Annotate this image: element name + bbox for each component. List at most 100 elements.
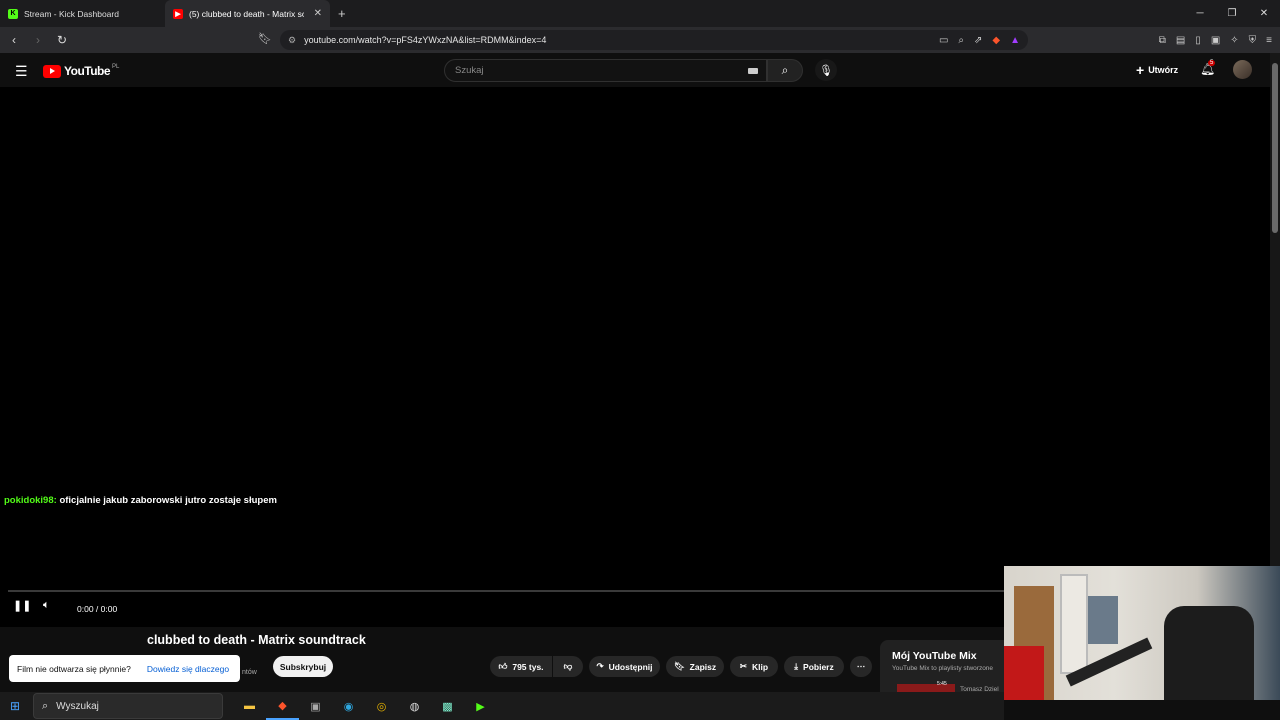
time-display: 0:00 / 0:00 (77, 604, 118, 614)
vpn-icon[interactable]: ⛨ (1249, 35, 1257, 46)
restore-icon[interactable]: ❐ (1216, 0, 1248, 27)
download-button[interactable]: ⤓ Pobierz (784, 656, 844, 677)
tab-label: (5) clubbed to death - Matrix sou (189, 8, 304, 19)
subscriber-count: ntów (242, 669, 257, 676)
extensions-icon[interactable]: ⧉ (1159, 35, 1166, 46)
brave-shield-icon[interactable]: ◆ (992, 35, 1000, 46)
chrome-icon[interactable]: ◎ (365, 692, 398, 720)
youtube-header: ☰ YouTube PL Szukaj ⌕ 🎙︎ + Utwórz 🔔︎ 5 (0, 53, 1270, 87)
webcam-red-object (1004, 646, 1044, 700)
webcam-poster (1088, 596, 1118, 644)
cast-icon[interactable]: ▭ (939, 35, 948, 46)
windows-start-icon[interactable]: ⊞ (0, 692, 30, 720)
webcam-chair (1164, 606, 1254, 700)
region-code: PL (112, 64, 120, 70)
taskbar-apps: ▬ ◆ ▣ ◉ ◎ ◍ ▩ ▶ (233, 692, 497, 720)
webcam-overlay (1004, 566, 1280, 700)
notifications-button[interactable]: 🔔︎ 5 (1200, 60, 1216, 76)
logo-text: YouTube (64, 64, 111, 78)
mix-playlist-panel[interactable]: Mój YouTube Mix YouTube Mix to playlisty… (880, 640, 1004, 693)
search-icon: ⌕ (42, 699, 49, 712)
sidebar-icon[interactable]: ▯ (1195, 35, 1201, 46)
kick-app-icon[interactable]: ▶ (464, 692, 497, 720)
subscribe-button[interactable]: Subskrybuj (273, 656, 333, 677)
chat-text: oficjalnie jakub zaborowski jutro zostaj… (59, 495, 277, 506)
mix-item-thumbnail[interactable]: 5:45 (897, 681, 955, 692)
voice-search-button[interactable]: 🎙︎ (815, 59, 837, 81)
media-icon[interactable]: ▤ (1176, 35, 1185, 46)
dislike-button[interactable]: 👎︎ (553, 656, 583, 677)
more-actions-button[interactable]: ⋯ (850, 656, 872, 677)
youtube-icon: ▶ (173, 8, 183, 19)
tab-youtube[interactable]: ▶ (5) clubbed to death - Matrix sou ✕ (165, 0, 330, 27)
learn-why-link[interactable]: Dowiedz się dlaczego (147, 664, 229, 674)
mix-heading: Mój YouTube Mix (892, 650, 977, 662)
share-label: Udostępnij (608, 661, 653, 672)
chat-overlay-message: pokidoki98: oficjalnie jakub zaborowski … (4, 495, 277, 506)
new-tab-button[interactable]: + (338, 6, 346, 21)
like-button[interactable]: 👍︎ 795 tys. (490, 656, 552, 677)
keyboard-icon[interactable] (748, 68, 758, 74)
forward-icon[interactable]: › (28, 30, 48, 50)
clip-button[interactable]: ✂ Klip (730, 656, 778, 677)
minimize-icon[interactable]: ─ (1184, 0, 1216, 27)
address-toolbar: ‹ › ↻ 🔖︎ ⚙ youtube.com/watch?v=pFS4zYWxz… (0, 27, 1280, 53)
bookmark-icon[interactable]: 🔖︎ (258, 32, 272, 45)
reload-icon[interactable]: ↻ (52, 30, 72, 50)
wallet-icon[interactable]: ▣ (1211, 35, 1220, 46)
close-window-icon[interactable]: ✕ (1248, 0, 1280, 27)
clip-label: Klip (752, 661, 769, 672)
search-icon: ⌕ (781, 63, 789, 77)
save-icon: 🔖︎ (673, 661, 685, 671)
tab-label: Stream - Kick Dashboard (24, 8, 119, 19)
browser-tab-bar: K Stream - Kick Dashboard ▶ (5) clubbed … (0, 0, 1280, 27)
scrollbar-thumb[interactable] (1272, 63, 1278, 233)
leo-icon[interactable]: ✧ (1230, 35, 1238, 46)
youtube-logo[interactable]: YouTube PL (43, 64, 119, 78)
volume-icon[interactable]: 🔈︎ (43, 599, 50, 612)
share-page-icon[interactable]: ⇗ (974, 35, 982, 46)
search-input[interactable]: Szukaj (444, 59, 767, 82)
obs-icon[interactable]: ◍ (398, 692, 431, 720)
create-label: Utwórz (1148, 65, 1179, 75)
more-icon: ⋯ (856, 661, 866, 671)
tab-kick-dashboard[interactable]: K Stream - Kick Dashboard (0, 0, 165, 27)
file-explorer-icon[interactable]: ▬ (233, 692, 266, 720)
video-player[interactable]: pokidoki98: oficjalnie jakub zaborowski … (0, 87, 1270, 627)
toast-text: Film nie odtwarza się płynnie? (17, 663, 131, 674)
plus-icon: + (1136, 62, 1145, 78)
guide-menu-icon[interactable]: ☰ (15, 63, 28, 80)
save-button[interactable]: 🔖︎ Zapisz (666, 656, 724, 677)
brave-browser-icon[interactable]: ◆ (266, 692, 299, 720)
back-icon[interactable]: ‹ (4, 30, 24, 50)
save-label: Zapisz (689, 661, 717, 672)
like-count: 795 tys. (512, 661, 544, 672)
youtube-play-icon (43, 64, 61, 78)
zoom-icon[interactable]: ⌕ (958, 35, 964, 46)
streamlabs-icon[interactable]: ▩ (431, 692, 464, 720)
taskbar-search-label: Wyszukaj (56, 700, 99, 712)
avatar[interactable] (1233, 60, 1252, 79)
site-info-icon[interactable]: ⚙ (288, 35, 296, 46)
windows-taskbar: ⊞ ⌕ Wyszukaj ▬ ◆ ▣ ◉ ◎ ◍ ▩ ▶ (0, 692, 1004, 720)
microphone-icon: 🎙︎ (819, 64, 833, 77)
menu-icon[interactable]: ≡ (1266, 35, 1272, 46)
taskbar-search[interactable]: ⌕ Wyszukaj (33, 693, 223, 719)
url-field[interactable]: ⚙ youtube.com/watch?v=pFS4zYWxzNA&list=R… (280, 30, 1028, 50)
thumbs-down-icon: 👎︎ (563, 661, 573, 671)
video-title: clubbed to death - Matrix soundtrack (147, 633, 366, 647)
close-tab-icon[interactable]: ✕ (314, 8, 322, 19)
pause-icon[interactable]: ❚❚ (13, 599, 31, 612)
url-icons: ▭ ⌕ ⇗ ◆ ▲ (939, 30, 1020, 50)
kick-icon: K (8, 8, 18, 19)
share-button[interactable]: ↷ Udostępnij (589, 656, 660, 677)
download-label: Pobierz (803, 661, 834, 672)
thumbs-up-icon: 👍︎ (498, 661, 508, 671)
create-button[interactable]: + Utwórz (1136, 62, 1178, 78)
search-button[interactable]: ⌕ (767, 59, 803, 82)
app-icon[interactable]: ▣ (299, 692, 332, 720)
edge-icon[interactable]: ◉ (332, 692, 365, 720)
brave-rewards-icon[interactable]: ▲ (1010, 35, 1020, 46)
window-controls: ─ ❐ ✕ (1184, 0, 1280, 27)
scissors-icon: ✂ (739, 661, 748, 671)
